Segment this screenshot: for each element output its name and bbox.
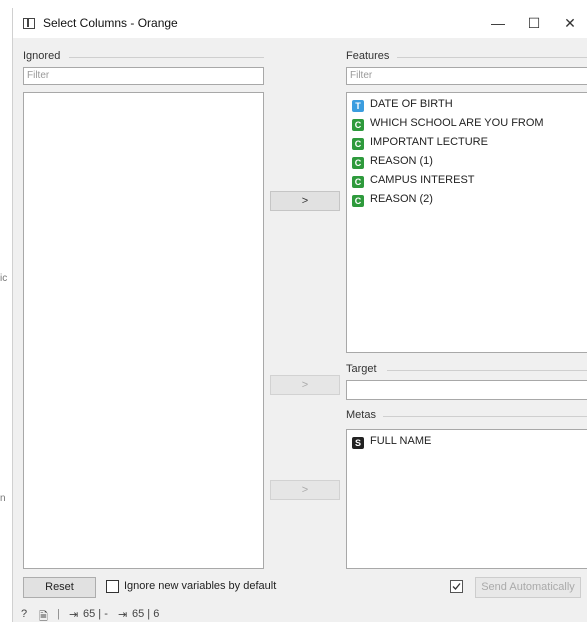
input-data-icon: ⇥ [69,609,79,621]
ignored-group-line [69,57,264,58]
minimize-button[interactable]: — [480,8,516,38]
background-fragment-2: n [0,493,6,504]
ignored-listbox[interactable] [23,92,264,569]
reset-button[interactable]: Reset [23,577,96,598]
target-group-line [387,370,587,371]
variable-name: DATE OF BIRTH [370,98,453,110]
variable-list-item[interactable]: S FULL NAME [352,432,431,450]
title-bar[interactable]: Select Columns - Orange — ☐ ✕ [13,8,587,38]
variable-name: IMPORTANT LECTURE [370,136,488,148]
background-canvas: ic n [0,0,12,622]
status-divider: | [57,608,60,620]
features-group-line [397,57,587,58]
variable-type-icon: C [352,138,364,150]
features-group-label: Features [346,50,390,62]
maximize-button[interactable]: ☐ [516,8,552,38]
variable-list-item[interactable]: C WHICH SCHOOL ARE YOU FROM [352,114,544,132]
variable-list-item[interactable]: C CAMPUS INTEREST [352,171,475,189]
features-filter-input[interactable]: Filter [346,67,587,85]
send-automatically-checkbox[interactable] [450,580,463,593]
ignored-filter-input[interactable]: Filter [23,67,264,85]
metas-group-line [383,416,587,417]
output-summary: 65 | 6 [132,608,160,620]
variable-list-item[interactable]: C IMPORTANT LECTURE [352,133,488,151]
help-icon[interactable]: ? [21,608,27,620]
variable-name: REASON (1) [370,155,433,167]
move-to-target-button[interactable]: > [270,375,340,395]
variable-type-icon: C [352,119,364,131]
metas-group-label: Metas [346,409,376,421]
ignored-group-label: Ignored [23,50,61,62]
close-button[interactable]: ✕ [552,8,587,38]
ignore-new-label[interactable]: Ignore new variables by default [124,580,276,592]
orange-app-icon [23,18,35,29]
variable-name: WHICH SCHOOL ARE YOU FROM [370,117,544,129]
report-document-icon[interactable]: 🗎 [39,608,48,622]
move-to-features-button[interactable]: > [270,191,340,211]
move-to-metas-button[interactable]: > [270,480,340,500]
variable-name: FULL NAME [370,435,432,447]
variable-list-item[interactable]: C REASON (1) [352,152,433,170]
output-data-icon: ⇥ [118,609,128,621]
variable-name: CAMPUS INTEREST [370,174,475,186]
variable-list-item[interactable]: C REASON (2) [352,190,433,208]
variable-list-item[interactable]: T DATE OF BIRTH [352,95,453,113]
ignore-new-checkbox[interactable] [106,580,119,593]
target-field[interactable] [346,380,587,400]
select-columns-window: Select Columns - Orange — ☐ ✕ Ignored Fi… [12,8,587,622]
metas-listbox[interactable]: S FULL NAME [346,429,587,569]
input-summary: 65 | - [83,608,108,620]
status-bar: ? 🗎 | ⇥ 65 | - ⇥ 65 | 6 [13,608,587,622]
features-listbox[interactable]: T DATE OF BIRTH C WHICH SCHOOL ARE YOU FROM… [346,92,587,353]
variable-type-icon: C [352,157,364,169]
window-title: Select Columns - Orange [43,16,178,30]
send-automatically-button[interactable]: Send Automatically [475,577,581,598]
variable-type-icon: C [352,195,364,207]
variable-type-icon: S [352,437,364,449]
variable-name: REASON (2) [370,193,433,205]
checkmark-icon [452,583,461,590]
background-fragment-1: ic [0,273,8,284]
variable-type-icon: C [352,176,364,188]
target-group-label: Target [346,363,377,375]
variable-type-icon: T [352,100,364,112]
